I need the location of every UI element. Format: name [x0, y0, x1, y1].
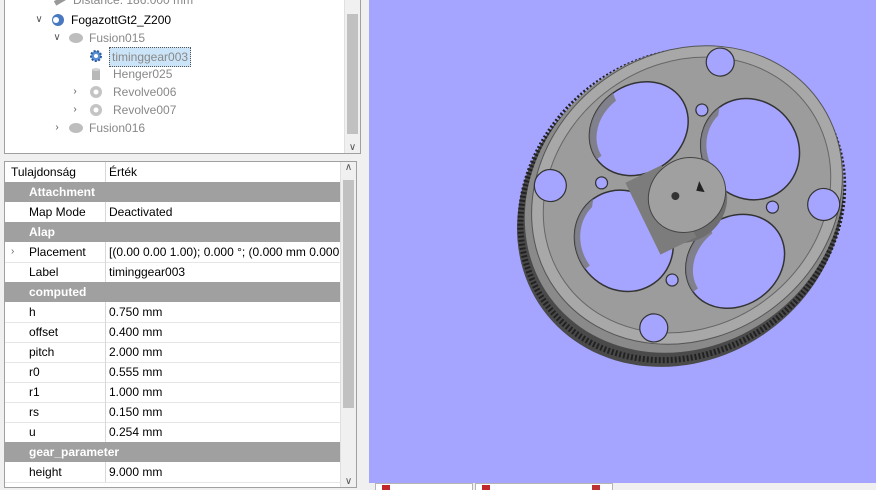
group-label: gear_parameter: [29, 445, 120, 459]
chevron-right-icon[interactable]: ›: [51, 119, 63, 137]
model-tree[interactable]: Distance: 186.000 mm ∨ FogazottGt2_Z200 …: [4, 0, 361, 154]
property-value[interactable]: 1.000 mm: [109, 382, 341, 402]
tree-scrollbar[interactable]: ∨: [344, 0, 360, 153]
body-icon: [51, 13, 65, 27]
scroll-down-icon[interactable]: ∨: [341, 476, 356, 487]
property-row-h[interactable]: h 0.750 mm: [5, 302, 341, 323]
property-row-offset[interactable]: offset 0.400 mm: [5, 322, 341, 343]
group-label: computed: [29, 285, 87, 299]
property-editor[interactable]: Tulajdonság Érték Attachment Map Mode Deac…: [4, 161, 357, 488]
property-value[interactable]: 0.400 mm: [109, 322, 341, 342]
left-panel: Distance: 186.000 mm ∨ FogazottGt2_Z200 …: [0, 0, 362, 489]
property-name: Label: [29, 265, 59, 279]
property-row-rs[interactable]: rs 0.150 mm: [5, 402, 341, 423]
group-label: Alap: [29, 225, 56, 239]
property-value[interactable]: timinggear003: [109, 262, 341, 282]
property-value[interactable]: 2.000 mm: [109, 342, 341, 362]
property-name: r0: [29, 365, 40, 379]
document-icon: [482, 485, 490, 490]
property-value[interactable]: 0.150 mm: [109, 402, 341, 422]
property-scrollbar-thumb[interactable]: [343, 180, 354, 408]
revolve-icon: [89, 85, 103, 99]
scroll-up-icon[interactable]: ∧: [341, 162, 356, 173]
property-group-attachment: Attachment: [5, 182, 341, 203]
chevron-right-icon[interactable]: ›: [69, 101, 81, 119]
property-group-gear-parameter: gear_parameter: [5, 442, 341, 463]
splitter[interactable]: [362, 0, 369, 489]
3d-viewport[interactable]: [369, 0, 876, 483]
property-name: pitch: [29, 345, 55, 359]
property-header: Tulajdonság Érték: [5, 162, 341, 183]
property-value[interactable]: 9.000 mm: [109, 462, 341, 482]
property-row-height[interactable]: height 9.000 mm: [5, 462, 341, 483]
property-value[interactable]: 0.555 mm: [109, 362, 341, 382]
property-row-placement[interactable]: › Placement [(0.00 0.00 1.00); 0.000 °; (0…: [5, 242, 341, 263]
property-name: height: [29, 465, 62, 479]
cylinder-icon: [89, 67, 103, 81]
property-row-pitch[interactable]: pitch 2.000 mm: [5, 342, 341, 363]
group-label: Attachment: [29, 185, 96, 199]
tree-scrollbar-thumb[interactable]: [347, 14, 358, 134]
chevron-right-icon[interactable]: ›: [69, 83, 81, 101]
chevron-right-icon[interactable]: ›: [11, 242, 14, 262]
document-icon: [382, 485, 390, 490]
revolve-icon: [89, 103, 103, 117]
property-row-map-mode[interactable]: Map Mode Deactivated: [5, 202, 341, 223]
property-name: Map Mode: [29, 205, 86, 219]
property-name: offset: [29, 325, 59, 339]
property-value[interactable]: [(0.00 0.00 1.00); 0.000 °; (0.000 mm 0.…: [109, 242, 341, 262]
fusion-icon: [69, 31, 83, 45]
property-row-label[interactable]: Label timinggear003: [5, 262, 341, 283]
property-row-r0[interactable]: r0 0.555 mm: [5, 362, 341, 383]
property-value[interactable]: 0.750 mm: [109, 302, 341, 322]
property-value[interactable]: 0.254 mm: [109, 422, 341, 442]
property-name: Placement: [29, 245, 86, 259]
property-group-alap: Alap: [5, 222, 341, 243]
property-row-u[interactable]: u 0.254 mm: [5, 422, 341, 443]
property-value[interactable]: Deactivated: [109, 202, 341, 222]
measure-icon: [53, 0, 67, 7]
gear-icon: [89, 49, 103, 63]
chevron-down-icon[interactable]: ∨: [51, 29, 63, 47]
property-scrollbar[interactable]: ∧ ∨: [340, 162, 356, 487]
document-tabs: [369, 483, 876, 490]
property-name: h: [29, 305, 36, 319]
property-group-computed: computed: [5, 282, 341, 303]
scroll-down-icon[interactable]: ∨: [345, 142, 360, 153]
property-name: rs: [29, 405, 39, 419]
chevron-down-icon[interactable]: ∨: [33, 11, 45, 29]
fusion-icon: [69, 121, 83, 135]
close-icon[interactable]: [592, 485, 600, 490]
property-name: r1: [29, 385, 40, 399]
property-name: u: [29, 425, 36, 439]
timing-gear-model: [517, 45, 847, 367]
property-row-r1[interactable]: r1 1.000 mm: [5, 382, 341, 403]
